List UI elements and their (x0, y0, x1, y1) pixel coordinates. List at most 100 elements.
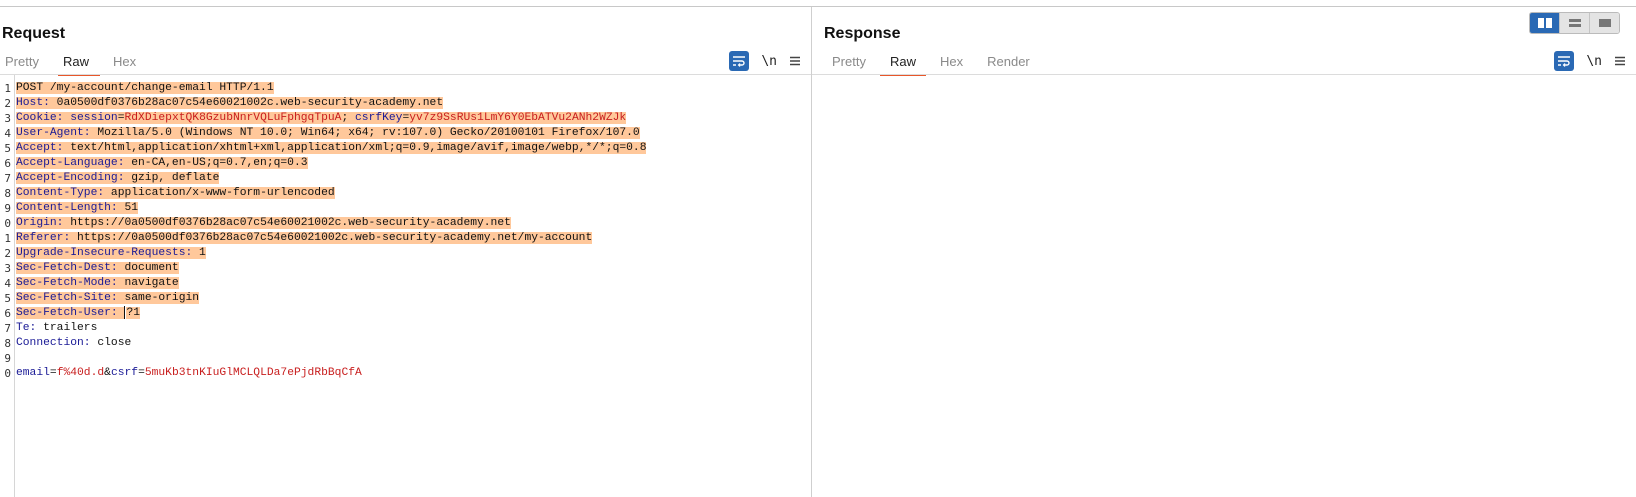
ampersand: & (104, 367, 111, 379)
word-wrap-icon (1558, 56, 1571, 67)
code-line-sec-fetch-user: Sec-Fetch-User: ?1 (16, 306, 811, 321)
request-tabs: Pretty Raw Hex (0, 51, 155, 76)
line-number: 2 (4, 97, 11, 110)
header-value: application/x-www-form-urlencoded (104, 187, 335, 199)
header-value: trailers (36, 322, 98, 334)
header-name: Te: (16, 322, 37, 334)
header-name: Content-Type: (16, 187, 105, 199)
header-name: Accept-Language: (16, 157, 125, 169)
response-title: Response (824, 25, 901, 42)
line-number: 4 (4, 127, 11, 140)
line-number: 2 (4, 247, 11, 260)
header-value: 51 (117, 202, 139, 214)
request-newline-toggle[interactable]: \n (761, 51, 777, 71)
code-line-accept: Accept: text/html,application/xhtml+xml,… (16, 141, 811, 156)
code-line-referer: Referer: https://0a0500df0376b28ac07c54e… (16, 231, 811, 246)
code-line-origin: Origin: https://0a0500df0376b28ac07c54e6… (16, 216, 811, 231)
header-name: Upgrade-Insecure-Requests: (16, 247, 193, 259)
header-value: 1 (192, 247, 206, 259)
request-tab-pretty[interactable]: Pretty (0, 51, 50, 73)
code-line-upgrade-insecure-requests: Upgrade-Insecure-Requests: 1 (16, 246, 811, 261)
response-tab-pretty[interactable]: Pretty (822, 51, 876, 73)
line-number: 3 (4, 262, 11, 275)
equals: = (117, 112, 125, 124)
line-number: 5 (4, 142, 11, 155)
header-value: close (90, 337, 132, 349)
line-number: 1 (4, 232, 11, 245)
request-tab-raw[interactable]: Raw (57, 51, 100, 76)
response-tab-raw[interactable]: Raw (879, 51, 926, 76)
code-line-cookie: Cookie: session=RdXDiepxtQK8GzubNnrVQLuF… (16, 111, 811, 126)
header-value: navigate (117, 277, 179, 289)
header-name: Sec-Fetch-Dest: (16, 262, 118, 274)
header-name: Host: (16, 97, 50, 109)
cookie-name: csrfKey (355, 112, 403, 124)
cookie-value: yv7z9SsRUs1LmY6Y0EbATVu2ANh2WZJk (409, 112, 627, 124)
line-number: 8 (4, 187, 11, 200)
request-editor[interactable]: 1 2 3 4 5 6 7 8 9 0 1 2 3 4 5 6 7 8 9 0 (0, 75, 811, 497)
response-newline-toggle[interactable]: \n (1586, 51, 1602, 71)
line-number: 7 (4, 322, 11, 335)
code-line-user-agent: User-Agent: Mozilla/5.0 (Windows NT 10.0… (16, 126, 811, 141)
body-param-value: 5muKb3tnKIuGlMCLQLDa7ePjdRbBqCfA (144, 367, 362, 379)
code-line-sec-fetch-dest: Sec-Fetch-Dest: document (16, 261, 811, 276)
line-number: 0 (4, 367, 11, 380)
line-number: 6 (4, 157, 11, 170)
header-name: Content-Length: (16, 202, 118, 214)
separator: ; (341, 112, 355, 124)
body-param-name: email (16, 367, 50, 379)
header-value: https://0a0500df0376b28ac07c54e60021002c… (70, 232, 593, 244)
header-value: https://0a0500df0376b28ac07c54e60021002c… (63, 217, 511, 229)
response-wrap-button[interactable] (1554, 51, 1575, 71)
code-line-connection: Connection: close (16, 336, 811, 351)
response-tools: \n (1554, 51, 1626, 71)
code-line-content-length: Content-Length: 51 (16, 201, 811, 216)
header-value: same-origin (117, 292, 200, 304)
request-menu-button[interactable] (789, 51, 801, 71)
word-wrap-icon (733, 56, 746, 67)
header-value: en-CA,en-US;q=0.7,en;q=0.3 (124, 157, 308, 169)
line-number: 7 (4, 172, 11, 185)
line-number: 0 (4, 217, 11, 230)
line-number: 1 (4, 82, 11, 95)
header-name: Sec-Fetch-Mode: (16, 277, 118, 289)
response-tab-hex[interactable]: Hex (930, 51, 973, 73)
hamburger-menu-icon (790, 56, 800, 66)
request-tools: \n (729, 51, 801, 71)
response-tabs: Pretty Raw Hex Render (822, 51, 1044, 76)
code-line-request-line: POST /my-account/change-email HTTP/1.1 (16, 81, 811, 96)
cookie-value: RdXDiepxtQK8GzubNnrVQLuFphgqTpuA (124, 112, 342, 124)
header-name: Referer: (16, 232, 71, 244)
header-value: ?1 (126, 307, 141, 320)
line-number: 5 (4, 292, 11, 305)
line-number: 9 (4, 352, 11, 365)
request-wrap-button[interactable] (729, 51, 750, 71)
header-name: User-Agent: (16, 127, 91, 139)
request-raw-text[interactable]: POST /my-account/change-email HTTP/1.1 H… (16, 81, 811, 381)
line-number: 8 (4, 337, 11, 350)
header-name: Sec-Fetch-User: (16, 307, 118, 320)
header-value: text/html,application/xhtml+xml,applicat… (63, 142, 647, 154)
line-number: 9 (4, 202, 11, 215)
header-name: Sec-Fetch-Site: (16, 292, 118, 304)
equals: = (49, 367, 57, 379)
body-param-value: f%40d.d (56, 367, 105, 379)
hamburger-menu-icon (1615, 56, 1625, 66)
response-editor[interactable] (812, 75, 1636, 497)
code-line-sec-fetch-mode: Sec-Fetch-Mode: navigate (16, 276, 811, 291)
request-tab-hex[interactable]: Hex (108, 51, 147, 73)
code-line-sec-fetch-site: Sec-Fetch-Site: same-origin (16, 291, 811, 306)
body-param-name: csrf (110, 367, 139, 379)
response-menu-button[interactable] (1614, 51, 1626, 71)
response-tab-render[interactable]: Render (977, 51, 1040, 73)
header-value: gzip, deflate (124, 172, 220, 184)
code-line-host: Host: 0a0500df0376b28ac07c54e60021002c.w… (16, 96, 811, 111)
header-value: 0a0500df0376b28ac07c54e60021002c.web-sec… (49, 97, 444, 109)
request-line: POST /my-account/change-email HTTP/1.1 (16, 82, 274, 94)
line-number: 3 (4, 112, 11, 125)
response-pane: Response Pretty Raw Hex Render \n (812, 7, 1636, 497)
header-name: Connection: (16, 337, 91, 349)
cookie-name: session (70, 112, 118, 124)
code-line-te: Te: trailers (16, 321, 811, 336)
